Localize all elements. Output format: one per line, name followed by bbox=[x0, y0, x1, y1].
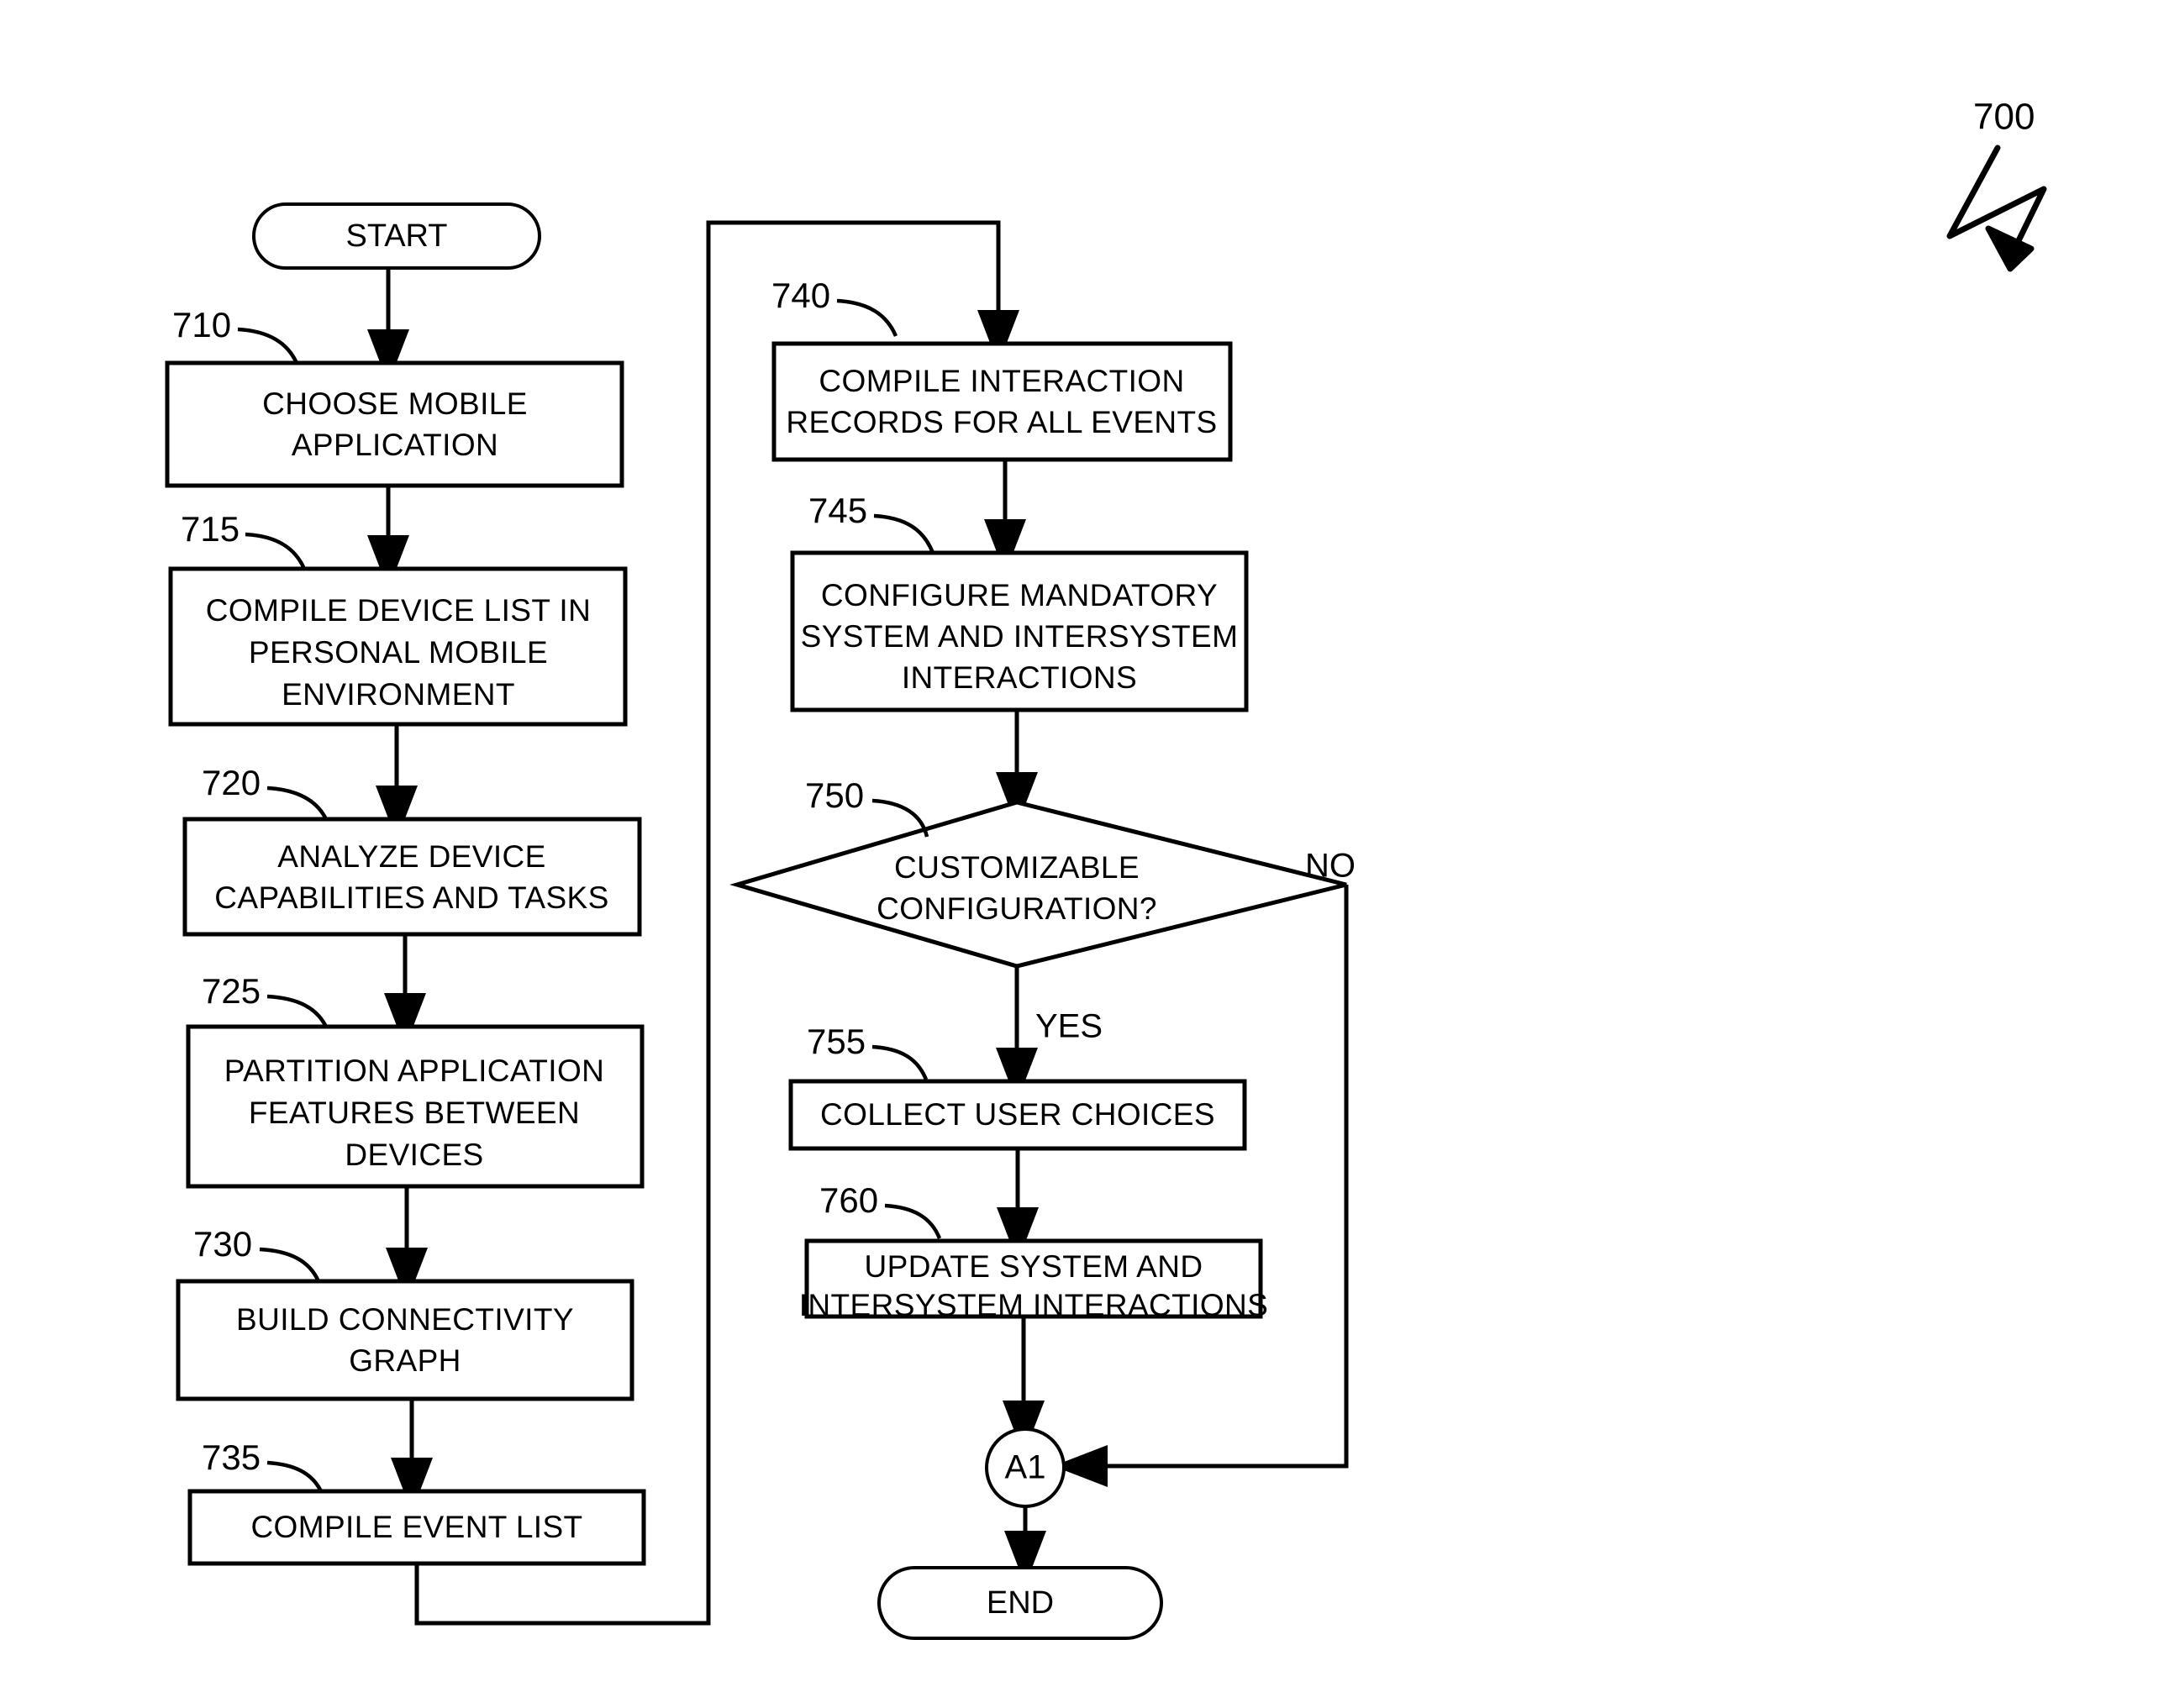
ref-740-label: 740 bbox=[771, 276, 830, 315]
ref-760-leader bbox=[884, 1203, 942, 1239]
decision-box-750-line-2: CONFIGURATION? bbox=[877, 891, 1157, 926]
ref-715: 715 bbox=[181, 509, 307, 570]
ref-740: 740 bbox=[771, 276, 898, 337]
zigzag-arrow-icon bbox=[1946, 145, 2047, 272]
ref-725-leader bbox=[266, 994, 329, 1028]
ref-760-label: 760 bbox=[819, 1180, 878, 1220]
flowchart-figure: START CHOOSE MOBILE APPLICATION 710 COMP… bbox=[0, 0, 2169, 1708]
ref-730-leader bbox=[259, 1247, 321, 1282]
ref-755: 755 bbox=[807, 1022, 929, 1080]
decision-box-750: CUSTOMIZABLE CONFIGURATION? bbox=[729, 800, 1347, 969]
ref-710-label: 710 bbox=[172, 305, 231, 344]
decision-box-750-line-1: CUSTOMIZABLE bbox=[894, 850, 1140, 885]
process-box-715: COMPILE DEVICE LIST IN PERSONAL MOBILE E… bbox=[168, 566, 628, 727]
ref-725: 725 bbox=[202, 971, 329, 1028]
ref-720: 720 bbox=[202, 763, 329, 821]
ref-710-leader bbox=[237, 327, 299, 364]
process-box-710: CHOOSE MOBILE APPLICATION bbox=[165, 360, 624, 488]
process-box-710-line-1: CHOOSE MOBILE bbox=[262, 386, 528, 421]
process-box-735-line-1: COMPILE EVENT LIST bbox=[250, 1510, 582, 1544]
process-box-730: BUILD CONNECTIVITY GRAPH bbox=[176, 1279, 634, 1401]
process-box-755: COLLECT USER CHOICES bbox=[788, 1079, 1247, 1151]
process-box-740-shape bbox=[771, 341, 1233, 462]
ref-760: 760 bbox=[819, 1180, 942, 1239]
process-box-720-line-2: CAPABILITIES AND TASKS bbox=[214, 880, 608, 915]
process-box-710-line-2: APPLICATION bbox=[292, 428, 498, 462]
end-terminal-label: END bbox=[987, 1585, 1054, 1621]
process-box-715-line-2: PERSONAL MOBILE bbox=[249, 635, 548, 670]
connector-node-a1: A1 bbox=[985, 1427, 1066, 1508]
flowchart-canvas: START CHOOSE MOBILE APPLICATION 710 COMP… bbox=[165, 97, 2047, 1640]
ref-720-leader bbox=[266, 786, 329, 821]
process-box-725-line-3: DEVICES bbox=[345, 1138, 483, 1172]
process-box-725-line-2: FEATURES BETWEEN bbox=[249, 1096, 580, 1130]
process-box-720-shape bbox=[182, 817, 642, 937]
edge-750-no-to-a1 bbox=[1052, 885, 1349, 1487]
ref-710: 710 bbox=[172, 305, 299, 364]
ref-730-label: 730 bbox=[193, 1224, 252, 1264]
process-box-740-line-2: RECORDS FOR ALL EVENTS bbox=[786, 405, 1217, 439]
end-terminal: END bbox=[877, 1566, 1163, 1640]
ref-730: 730 bbox=[193, 1224, 321, 1282]
ref-750-label: 750 bbox=[805, 775, 864, 815]
branch-label-yes: YES bbox=[1035, 1008, 1103, 1045]
process-box-710-shape bbox=[165, 360, 624, 488]
ref-745-leader bbox=[873, 513, 935, 554]
start-terminal: START bbox=[252, 202, 541, 270]
start-terminal-label: START bbox=[345, 218, 447, 254]
ref-735: 735 bbox=[202, 1437, 324, 1493]
figure-number-group: 700 bbox=[1946, 97, 2047, 272]
process-box-725-line-1: PARTITION APPLICATION bbox=[224, 1054, 605, 1088]
ref-715-leader bbox=[245, 532, 307, 570]
ref-715-label: 715 bbox=[181, 509, 240, 549]
ref-755-leader bbox=[871, 1044, 929, 1080]
ref-750: 750 bbox=[805, 775, 929, 838]
process-box-725: PARTITION APPLICATION FEATURES BETWEEN D… bbox=[186, 1024, 645, 1189]
process-box-730-line-2: GRAPH bbox=[349, 1343, 461, 1378]
process-box-740: COMPILE INTERACTION RECORDS FOR ALL EVEN… bbox=[771, 341, 1233, 462]
process-box-745-line-1: CONFIGURE MANDATORY bbox=[821, 578, 1218, 612]
process-box-720: ANALYZE DEVICE CAPABILITIES AND TASKS bbox=[182, 817, 642, 937]
ref-740-leader bbox=[836, 298, 898, 337]
ref-735-label: 735 bbox=[202, 1437, 261, 1477]
ref-745: 745 bbox=[808, 491, 935, 554]
process-box-760-line-1: UPDATE SYSTEM AND bbox=[865, 1249, 1203, 1284]
process-box-745-line-3: INTERACTIONS bbox=[902, 660, 1137, 695]
process-box-730-shape bbox=[176, 1279, 634, 1401]
process-box-745: CONFIGURE MANDATORY SYSTEM AND INTERSYST… bbox=[790, 550, 1249, 712]
process-box-715-line-3: ENVIRONMENT bbox=[282, 677, 515, 712]
branch-label-no: NO bbox=[1305, 848, 1356, 885]
process-box-720-line-1: ANALYZE DEVICE bbox=[277, 839, 546, 874]
process-box-735: COMPILE EVENT LIST bbox=[187, 1489, 646, 1566]
process-box-760-line-2: INTERSYSTEM INTERACTIONS bbox=[799, 1288, 1268, 1322]
ref-745-label: 745 bbox=[808, 491, 867, 530]
process-box-755-line-1: COLLECT USER CHOICES bbox=[820, 1097, 1215, 1132]
process-box-715-line-1: COMPILE DEVICE LIST IN bbox=[206, 593, 591, 628]
process-box-740-line-1: COMPILE INTERACTION bbox=[819, 364, 1184, 398]
connector-node-a1-label: A1 bbox=[1005, 1449, 1046, 1486]
ref-755-label: 755 bbox=[807, 1022, 866, 1061]
process-box-730-line-1: BUILD CONNECTIVITY bbox=[236, 1302, 574, 1337]
ref-735-leader bbox=[266, 1460, 324, 1493]
process-box-745-line-2: SYSTEM AND INTERSYSTEM bbox=[801, 619, 1239, 654]
ref-725-label: 725 bbox=[202, 971, 261, 1011]
process-box-760: UPDATE SYSTEM AND INTERSYSTEM INTERACTIO… bbox=[799, 1238, 1268, 1322]
ref-720-label: 720 bbox=[202, 763, 261, 802]
figure-number-label: 700 bbox=[1973, 97, 2035, 138]
